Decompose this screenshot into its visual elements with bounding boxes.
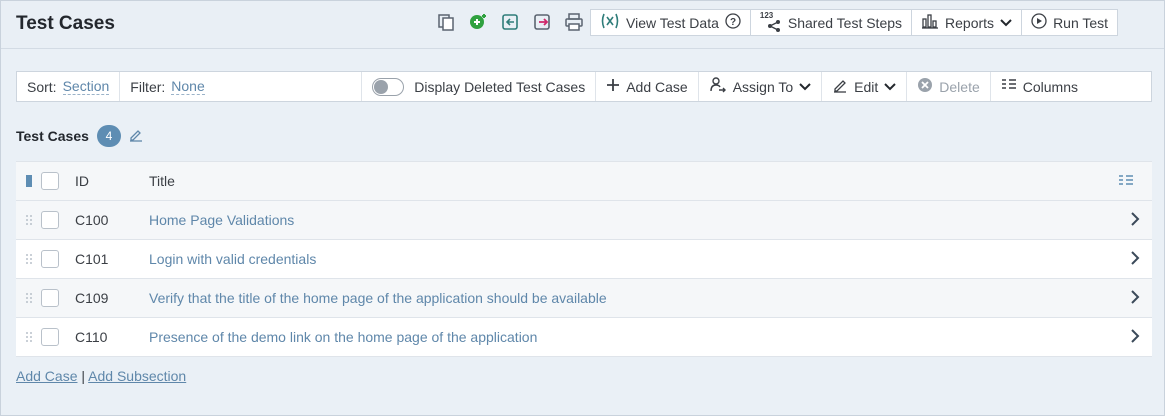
delete-icon bbox=[917, 77, 933, 96]
assign-user-icon bbox=[709, 76, 727, 97]
add-case-link[interactable]: Add Case bbox=[16, 368, 77, 384]
assign-to-button[interactable]: Assign To bbox=[699, 72, 823, 101]
reports-label: Reports bbox=[945, 14, 995, 31]
add-case-icon[interactable] bbox=[467, 11, 489, 33]
columns-label: Columns bbox=[1022, 78, 1078, 95]
print-icon[interactable] bbox=[563, 11, 585, 33]
variable-icon bbox=[600, 13, 620, 32]
copy-icon[interactable] bbox=[435, 11, 457, 33]
chevron-right-icon[interactable] bbox=[1130, 290, 1140, 307]
edit-section-icon[interactable] bbox=[129, 128, 143, 145]
add-case-button[interactable]: Add Case bbox=[596, 72, 699, 101]
column-header-title[interactable]: Title bbox=[149, 173, 1152, 189]
filter-label: Filter: bbox=[130, 78, 166, 95]
shared-test-steps-label: Shared Test Steps bbox=[787, 14, 903, 31]
case-toolbar: Sort: Section Filter: None Display Delet… bbox=[16, 71, 1152, 102]
display-deleted-label: Display Deleted Test Cases bbox=[414, 78, 586, 95]
svg-text:?: ? bbox=[730, 17, 736, 28]
plus-icon bbox=[606, 78, 620, 95]
drag-handle-icon[interactable] bbox=[16, 331, 41, 343]
drag-handle-icon[interactable] bbox=[16, 292, 41, 304]
edit-label: Edit bbox=[854, 78, 879, 95]
run-test-button[interactable]: Run Test bbox=[1022, 9, 1119, 36]
chevron-right-icon[interactable] bbox=[1130, 329, 1140, 346]
run-test-label: Run Test bbox=[1053, 14, 1109, 31]
case-title-link[interactable]: Presence of the demo link on the home pa… bbox=[149, 329, 537, 345]
page-header: Test Cases View Test Data ? 123 Shared T… bbox=[1, 1, 1164, 49]
chevron-right-icon[interactable] bbox=[1130, 212, 1140, 229]
chevron-right-icon[interactable] bbox=[1130, 251, 1140, 268]
column-header-id[interactable]: ID bbox=[75, 173, 149, 189]
sort-label: Sort: bbox=[27, 78, 57, 95]
chevron-down-icon bbox=[884, 79, 896, 95]
table-row[interactable]: C101 Login with valid credentials bbox=[16, 240, 1152, 279]
table-row[interactable]: C100 Home Page Validations bbox=[16, 201, 1152, 240]
sort-value[interactable]: Section bbox=[62, 78, 110, 95]
chevron-down-icon bbox=[1000, 15, 1012, 31]
view-test-data-label: View Test Data bbox=[626, 14, 719, 31]
delete-button[interactable]: Delete bbox=[907, 72, 991, 101]
filter-value[interactable]: None bbox=[171, 78, 205, 95]
assign-to-label: Assign To bbox=[732, 78, 794, 95]
bar-chart-icon bbox=[921, 13, 939, 32]
row-checkbox[interactable] bbox=[41, 289, 59, 307]
drag-handle-icon[interactable] bbox=[16, 214, 41, 226]
help-icon[interactable]: ? bbox=[725, 13, 741, 32]
test-case-grid: ID Title C100 Home Page Validations C101… bbox=[16, 161, 1152, 357]
row-checkbox[interactable] bbox=[41, 250, 59, 268]
reports-button[interactable]: Reports bbox=[912, 9, 1023, 36]
add-case-label: Add Case bbox=[626, 78, 688, 95]
delete-label: Delete bbox=[939, 78, 980, 95]
page-title: Test Cases bbox=[16, 13, 115, 34]
case-title-link[interactable]: Login with valid credentials bbox=[149, 251, 316, 267]
section-header: Test Cases 4 bbox=[16, 125, 143, 147]
case-id: C110 bbox=[75, 329, 108, 345]
columns-button[interactable]: Columns bbox=[991, 72, 1088, 101]
row-checkbox[interactable] bbox=[41, 211, 59, 229]
table-row[interactable]: C110 Presence of the demo link on the ho… bbox=[16, 318, 1152, 357]
header-icon-bar bbox=[435, 11, 585, 33]
header-button-group: View Test Data ? 123 Shared Test Steps R… bbox=[590, 9, 1119, 36]
view-test-data-button[interactable]: View Test Data ? bbox=[590, 9, 751, 36]
sort-control[interactable]: Sort: Section bbox=[17, 72, 121, 101]
grid-header-row: ID Title bbox=[16, 162, 1152, 201]
footer-links: Add Case | Add Subsection bbox=[16, 368, 186, 384]
toggle-switch[interactable] bbox=[372, 77, 405, 96]
pencil-icon bbox=[832, 77, 848, 96]
case-id: C109 bbox=[75, 290, 109, 306]
table-row[interactable]: C109 Verify that the title of the home p… bbox=[16, 279, 1152, 318]
case-title-link[interactable]: Home Page Validations bbox=[149, 212, 294, 228]
column-settings-icon[interactable] bbox=[1118, 174, 1134, 191]
case-id: C100 bbox=[75, 212, 109, 228]
chevron-down-icon bbox=[799, 79, 811, 95]
section-title: Test Cases bbox=[16, 128, 89, 144]
display-deleted-toggle[interactable]: Display Deleted Test Cases bbox=[362, 72, 597, 101]
case-title-link[interactable]: Verify that the title of the home page o… bbox=[149, 290, 607, 306]
case-count-badge: 4 bbox=[96, 125, 121, 147]
columns-icon bbox=[1001, 78, 1017, 95]
link-separator: | bbox=[81, 368, 86, 384]
add-subsection-link[interactable]: Add Subsection bbox=[88, 368, 186, 384]
edit-button[interactable]: Edit bbox=[822, 72, 908, 101]
export-icon[interactable] bbox=[531, 11, 553, 33]
shared-steps-icon: 123 bbox=[760, 11, 782, 32]
drag-handle-icon[interactable] bbox=[16, 253, 41, 265]
shared-test-steps-button[interactable]: 123 Shared Test Steps bbox=[750, 9, 913, 36]
import-icon[interactable] bbox=[499, 11, 521, 33]
select-all-checkbox[interactable] bbox=[41, 172, 59, 190]
play-icon bbox=[1031, 13, 1047, 32]
case-id: C101 bbox=[75, 251, 109, 267]
row-checkbox[interactable] bbox=[41, 328, 59, 346]
section-marker-icon bbox=[16, 175, 41, 187]
filter-control[interactable]: Filter: None bbox=[120, 72, 363, 101]
